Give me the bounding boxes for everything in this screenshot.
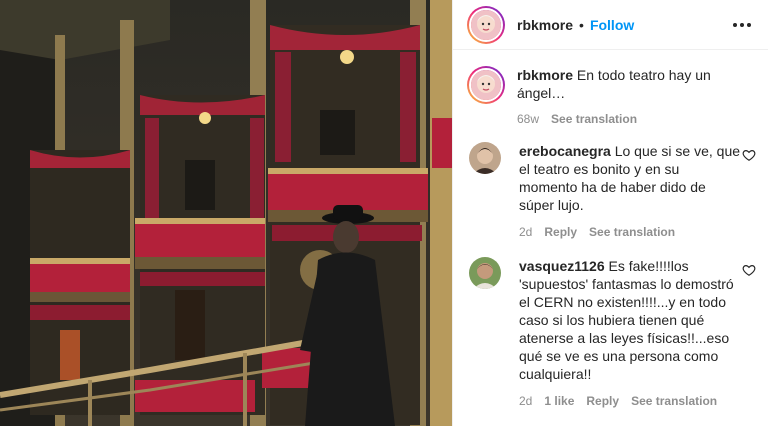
- author-avatar[interactable]: [467, 5, 505, 44]
- caption-avatar[interactable]: [467, 66, 505, 104]
- comment-see-translation[interactable]: See translation: [589, 223, 675, 241]
- commenter-avatar-image: [469, 142, 501, 174]
- caption-meta: 68w See translation: [517, 110, 747, 128]
- theatre-boxes-image: [0, 0, 452, 426]
- comment-username[interactable]: vasquez1126: [519, 258, 605, 274]
- comment-meta: 2d Reply See translation: [519, 223, 741, 241]
- commenter-avatar-image: [469, 257, 501, 289]
- post-side-panel: rbkmore • Follow rbkmore En todo teatro …: [452, 0, 768, 426]
- comment-reply-button[interactable]: Reply: [586, 392, 619, 410]
- comment-username[interactable]: erebocanegra: [519, 143, 611, 159]
- comment-time[interactable]: 2d: [519, 223, 532, 241]
- comments-list: rbkmore En todo teatro hay un ángel… 68w…: [453, 50, 768, 410]
- caption-see-translation[interactable]: See translation: [551, 110, 637, 128]
- caption-item: rbkmore En todo teatro hay un ángel… 68w…: [467, 50, 768, 128]
- caption-username[interactable]: rbkmore: [517, 67, 573, 83]
- comment-time[interactable]: 2d: [519, 392, 532, 410]
- comment-meta: 2d 1 like Reply See translation: [519, 392, 741, 410]
- separator-dot: •: [579, 16, 584, 33]
- comment-body: erebocanegra Lo que si se ve, que el tea…: [519, 142, 741, 241]
- comment-item: vasquez1126 Es fake!!!!los 'supuestos' f…: [467, 241, 768, 410]
- comment-reply-button[interactable]: Reply: [544, 223, 577, 241]
- comment-likes[interactable]: 1 like: [544, 392, 574, 410]
- caption-body: rbkmore En todo teatro hay un ángel… 68w…: [517, 66, 747, 128]
- commenter-avatar[interactable]: [469, 257, 501, 289]
- author-username[interactable]: rbkmore: [517, 17, 573, 33]
- comment-text: Es fake!!!!los 'supuestos' fantasmas lo …: [519, 258, 734, 382]
- follow-button[interactable]: Follow: [590, 17, 634, 33]
- author-avatar-image: [471, 9, 501, 40]
- post-photo[interactable]: [0, 0, 452, 426]
- comment-see-translation[interactable]: See translation: [631, 392, 717, 410]
- commenter-avatar[interactable]: [469, 142, 501, 174]
- heart-icon[interactable]: [742, 148, 756, 162]
- post-header: rbkmore • Follow: [453, 0, 768, 50]
- more-options-icon[interactable]: [730, 14, 754, 36]
- comment-body: vasquez1126 Es fake!!!!los 'supuestos' f…: [519, 257, 741, 410]
- caption-time[interactable]: 68w: [517, 110, 539, 128]
- heart-icon[interactable]: [742, 263, 756, 277]
- caption-avatar-image: [471, 70, 501, 100]
- comment-item: erebocanegra Lo que si se ve, que el tea…: [467, 128, 768, 241]
